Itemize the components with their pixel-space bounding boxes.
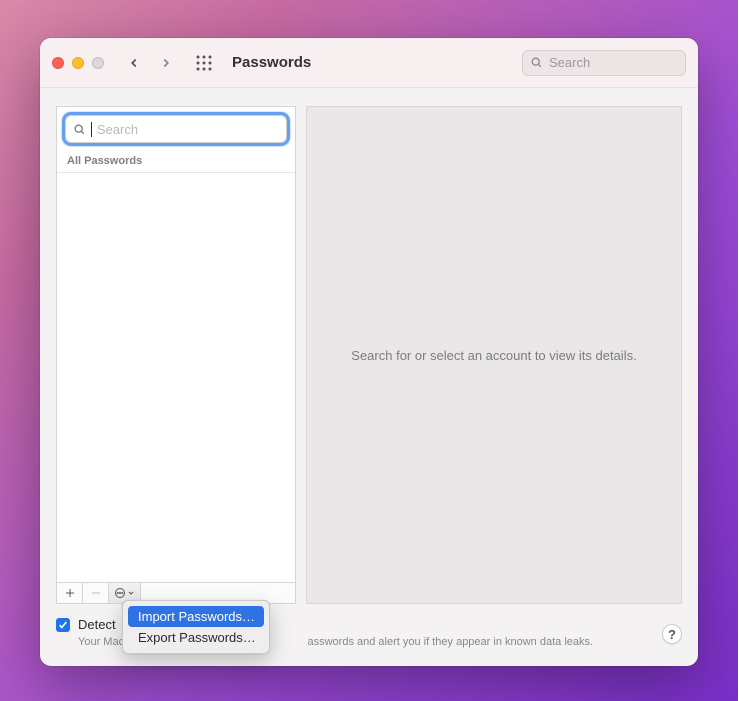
question-mark-icon: ? [668,627,676,642]
window-controls [52,57,104,69]
toolbar-search-field[interactable] [522,50,686,76]
text-caret [91,122,92,137]
more-options-menu: Import Passwords… Export Passwords… [122,600,270,654]
content-area: All Passwords Search for or sele [40,88,698,666]
plus-icon [64,587,76,599]
ellipsis-circle-icon [114,587,126,599]
show-all-button[interactable] [192,51,216,75]
checkmark-icon [58,620,68,630]
forward-button [154,51,178,75]
minus-icon [90,587,102,599]
sidebar-search-field[interactable] [65,115,287,143]
close-window-button[interactable] [52,57,64,69]
remove-password-button [83,583,109,603]
detect-leaks-checkbox[interactable] [56,618,70,632]
passwords-sidebar: All Passwords [56,106,296,604]
empty-state-message: Search for or select an account to view … [351,348,636,363]
back-button[interactable] [122,51,146,75]
preferences-window: Passwords All Passwords [40,38,698,666]
split-view: All Passwords Search for or sele [56,106,682,604]
passwords-list[interactable] [57,173,295,582]
checkbox-desc-prefix: Your Mac [78,636,124,648]
import-passwords-menuitem[interactable]: Import Passwords… [128,606,264,627]
export-passwords-menuitem[interactable]: Export Passwords… [128,627,264,648]
search-icon [73,123,86,136]
window-title: Passwords [232,54,311,71]
checkbox-desc-suffix: asswords and alert you if they appear in… [308,636,594,648]
search-icon [530,56,543,69]
minimize-window-button[interactable] [72,57,84,69]
checkbox-label-visible: Detect [78,617,116,632]
sidebar-search-input[interactable] [97,122,279,137]
titlebar: Passwords [40,38,698,88]
toolbar-search-input[interactable] [549,55,678,70]
add-password-button[interactable] [57,583,83,603]
zoom-window-button [92,57,104,69]
chevron-down-icon [127,589,135,597]
detail-pane: Search for or select an account to view … [306,106,682,604]
all-passwords-header: All Passwords [57,149,295,173]
help-button[interactable]: ? [662,624,682,644]
